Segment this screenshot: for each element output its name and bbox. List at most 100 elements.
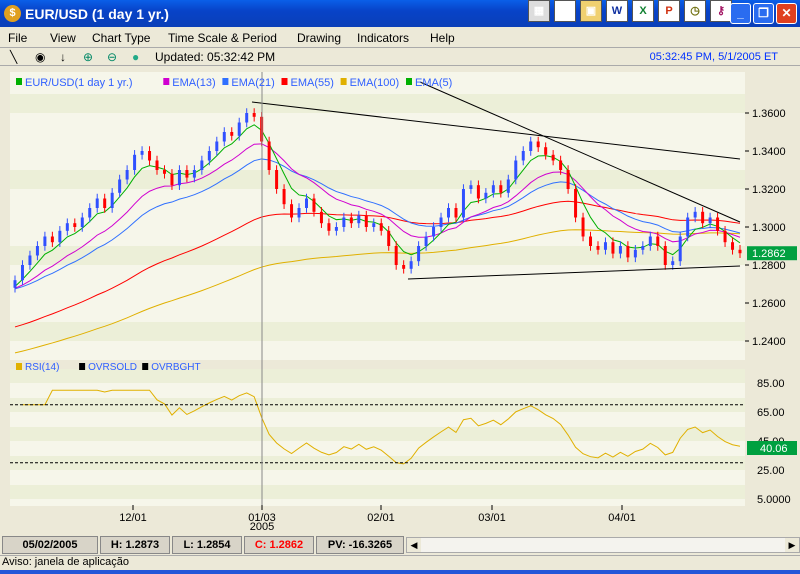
menu-view[interactable]: View [50,31,76,45]
candle-body [536,141,540,148]
candle-body [544,147,548,155]
menu-indicators[interactable]: Indicators [357,31,409,45]
candle-body [275,170,279,189]
candle-body [529,141,533,151]
minimize-button[interactable]: _ [730,3,751,24]
menu-file[interactable]: File [8,31,27,45]
candle-body [693,211,697,218]
key-icon[interactable]: ⚷ [710,0,732,22]
horizontal-scrollbar[interactable]: ◀ ▶ [406,537,800,553]
rsi-legend-label: RSI(14) [25,362,59,373]
candle-body [28,255,32,265]
title-bar: $ EUR/USD (1 day 1 yr.) ▦ ▤ ▣ W X P ◷ ⚷ … [0,0,800,27]
candle-body [506,179,510,193]
candle-body [476,185,480,199]
taskbar [0,570,800,574]
candle-body [738,249,742,254]
maximize-button[interactable]: ❐ [753,3,774,24]
candle-body [230,132,234,136]
menu-time-scale[interactable]: Time Scale & Period [168,31,277,45]
notice-text: Aviso: janela de aplicação [0,555,800,570]
candle-body [349,217,353,224]
clock-icon[interactable]: ◷ [684,0,706,22]
word-icon[interactable]: W [606,0,628,22]
candle-body [207,151,211,161]
clock-readout: 05:32:45 PM, 5/1/2005 ET [649,51,778,63]
legend-swatch [163,78,170,85]
legend-label: EMA(5) [415,77,452,89]
quick-launch-tray: ▦ ▤ ▣ W X P ◷ ⚷ [528,0,732,24]
date-tick-label: 02/01 [367,512,395,524]
status-low: L: 1.2854 [172,536,242,554]
candle-body [170,173,174,186]
rsi-legend-label: OVRBGHT [151,362,200,373]
arrow-down-icon[interactable]: ↓ [60,50,66,64]
legend-swatch [406,78,412,85]
candle-body [611,242,615,254]
candle-body [723,230,727,243]
candle-body [678,236,682,262]
candle-body [663,246,667,265]
candle-body [252,113,256,117]
windows-flag-icon[interactable]: ▦ [528,0,550,22]
candle-body [432,227,436,237]
price-chart[interactable]: 1.3600 1.3400 1.3200 1.3000 1.2800 1.2600 1.24… [0,66,800,536]
candle-body [596,246,600,250]
candle-body [162,170,166,174]
folder-icon[interactable]: ▣ [580,0,602,22]
status-high: H: 1.2873 [100,536,170,554]
candle-body [73,223,77,227]
legend-swatch [281,78,288,85]
candle-body [417,246,421,262]
candle-body [50,236,54,243]
candle-body [304,198,308,208]
legend-swatch [222,78,229,85]
powerpoint-icon[interactable]: P [658,0,680,22]
scroll-right-icon[interactable]: ▶ [785,538,799,552]
rsi-tick-label: 5.0000 [757,494,791,506]
rsi-legend-swatch [142,363,149,370]
candle-body [574,189,578,218]
zoom-in-icon[interactable]: ⊕ [83,50,93,64]
rsi-legend-label: OVRSOLD [88,362,137,373]
scroll-left-icon[interactable]: ◀ [407,538,421,552]
app-logo-icon: $ [4,5,21,22]
candle-body [133,154,137,170]
status-pv: PV: -16.3265 [316,536,404,554]
candle-body [618,246,622,254]
candle-body [633,249,637,258]
candle-body [731,242,735,250]
price-tick-label: 1.3200 [752,184,786,196]
menu-chart-type[interactable]: Chart Type [92,31,150,45]
grid-band [10,208,745,227]
excel-icon[interactable]: X [632,0,654,22]
candle-body [140,151,144,155]
candle-body [357,215,361,224]
zoom-out-icon[interactable]: ⊖ [107,50,117,64]
status-close: C: 1.2862 [244,536,314,554]
grid-band [10,427,745,441]
notepad-icon[interactable]: ▤ [554,0,576,22]
legend-label: EMA(55) [291,77,334,89]
menu-drawing[interactable]: Drawing [297,31,341,45]
price-tick-label: 1.3600 [752,108,786,120]
updated-time: Updated: 05:32:42 PM [155,50,276,64]
dot-icon[interactable]: ● [132,50,139,64]
candle-body [312,198,316,212]
target-icon[interactable]: ◉ [35,50,45,64]
candle-body [65,223,69,231]
candle-body [671,261,675,265]
candle-body [447,208,451,218]
close-button[interactable]: ✕ [776,3,797,24]
candle-body [387,230,391,246]
price-tick-label: 1.2600 [752,298,786,310]
line-draw-icon[interactable]: ╲ [10,50,17,64]
candle-body [290,204,294,218]
candle-body [237,122,241,136]
candle-body [20,265,24,281]
candle-body [118,179,122,193]
menu-bar: File View Chart Type Time Scale & Period… [0,28,800,47]
menu-help[interactable]: Help [430,31,455,45]
candle-body [192,170,196,178]
candle-body [155,160,159,170]
